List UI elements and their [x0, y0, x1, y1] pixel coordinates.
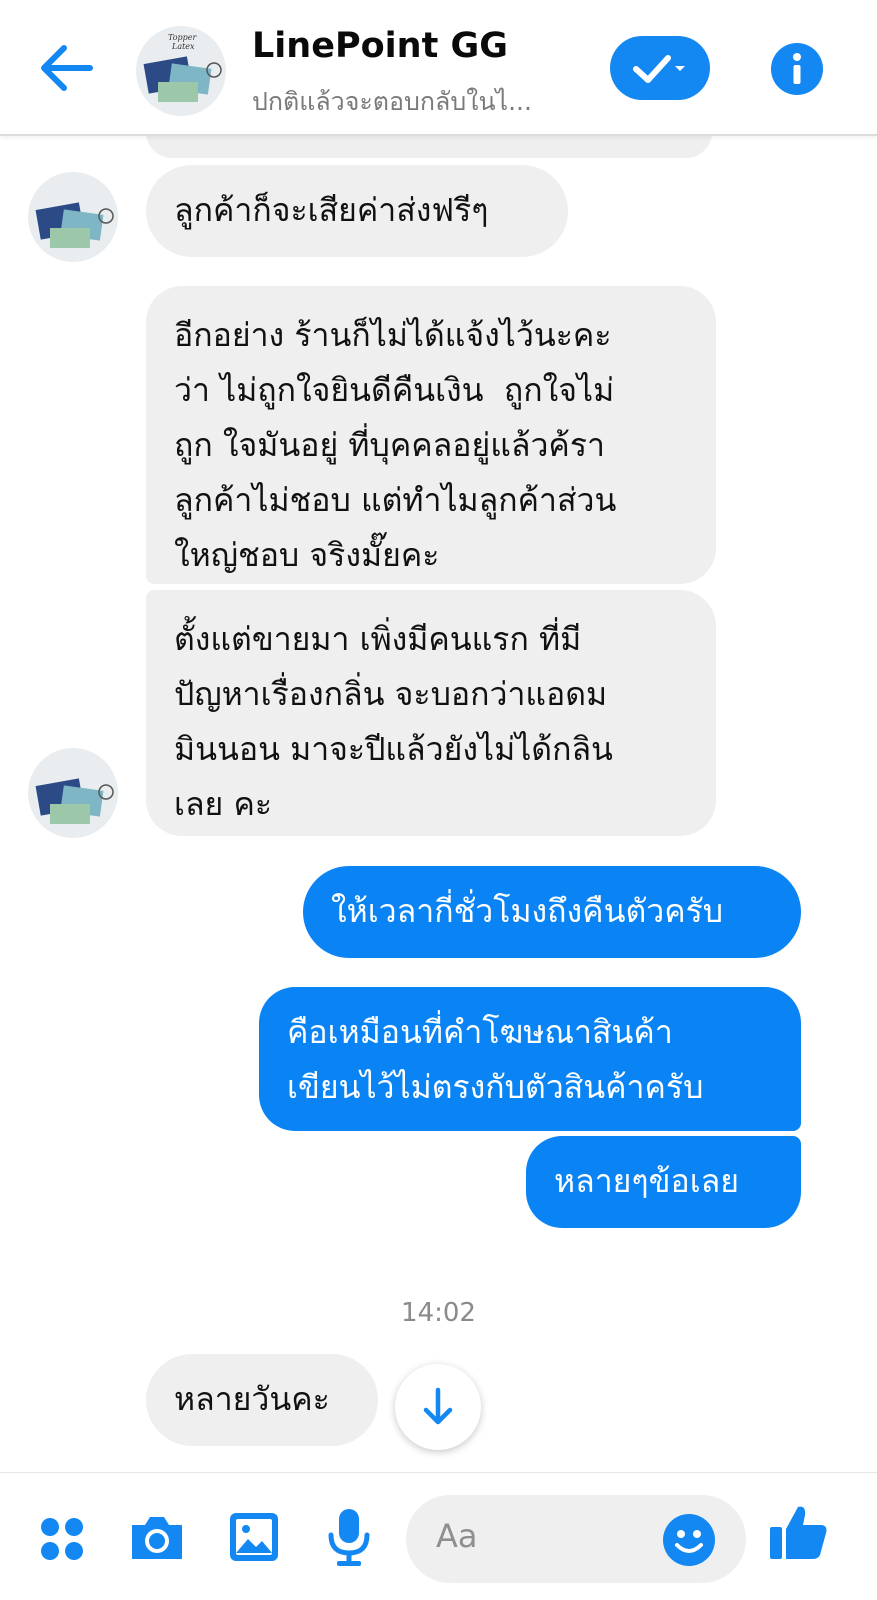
- like-button[interactable]: [768, 1501, 830, 1563]
- message-timestamp: 14:02: [401, 1298, 476, 1328]
- thumbs-up-icon: [770, 1506, 827, 1559]
- arrow-down-icon: [423, 1387, 453, 1425]
- avatar-logo-line1: Topper: [168, 33, 198, 42]
- message-bubble-incoming[interactable]: ตั้งแต่ขายมา เพิ่งมีคนแรก ที่มี ปัญหาเรื…: [146, 590, 716, 836]
- camera-button[interactable]: [128, 1513, 186, 1563]
- message-input-placeholder: Aa: [436, 1517, 478, 1555]
- camera-icon: [132, 1517, 182, 1559]
- previous-message-fragment: [146, 136, 712, 158]
- emoji-button[interactable]: [662, 1513, 716, 1567]
- message-bubble-outgoing[interactable]: ให้เวลากี่ชั่วโมงถึงคืนตัวครับ: [303, 866, 801, 958]
- message-composer: Aa: [0, 1472, 877, 1600]
- arrow-left-icon: [41, 45, 93, 91]
- scroll-to-bottom-button[interactable]: [395, 1364, 481, 1450]
- message-thread[interactable]: ลูกค้าก็จะเสียค่าส่งฟรีๆ อีกอย่าง ร้านก็…: [0, 136, 877, 1472]
- contact-avatar[interactable]: Topper Latex: [136, 26, 226, 116]
- four-dots-icon: [41, 1518, 83, 1560]
- verified-dropdown-button[interactable]: [610, 36, 710, 100]
- check-chevron-icon: [633, 55, 685, 83]
- more-actions-button[interactable]: [38, 1515, 86, 1563]
- microphone-icon: [328, 1509, 370, 1566]
- voice-message-button[interactable]: [326, 1507, 372, 1569]
- message-bubble-incoming[interactable]: อีกอย่าง ร้านก็ไม่ได้แจ้งไว้นะคะ ว่า ไม่…: [146, 286, 716, 584]
- smiley-icon: [663, 1514, 715, 1566]
- message-input[interactable]: Aa: [406, 1495, 746, 1583]
- gallery-button[interactable]: [228, 1511, 280, 1563]
- back-button[interactable]: [30, 38, 100, 98]
- message-bubble-outgoing[interactable]: คือเหมือนที่คำโฆษณาสินค้า เขียนไว้ไม่ตรง…: [259, 987, 801, 1131]
- avatar-logo-line2: Latex: [171, 42, 195, 51]
- info-icon: [771, 43, 823, 95]
- sender-avatar[interactable]: [28, 172, 118, 262]
- image-icon: [230, 1513, 278, 1561]
- contact-name[interactable]: LinePoint GG: [252, 26, 508, 66]
- info-button[interactable]: [770, 42, 824, 96]
- message-bubble-outgoing[interactable]: หลายๆข้อเลย: [526, 1136, 801, 1228]
- message-bubble-incoming[interactable]: ลูกค้าก็จะเสียค่าส่งฟรีๆ: [146, 165, 568, 257]
- conversation-header: Topper Latex LinePoint GG ปกติแล้วจะตอบก…: [0, 0, 877, 136]
- sender-avatar[interactable]: [28, 748, 118, 838]
- response-time-status: ปกติแล้วจะตอบกลับในไ...: [252, 87, 532, 116]
- message-bubble-incoming[interactable]: หลายวันคะ: [146, 1354, 378, 1446]
